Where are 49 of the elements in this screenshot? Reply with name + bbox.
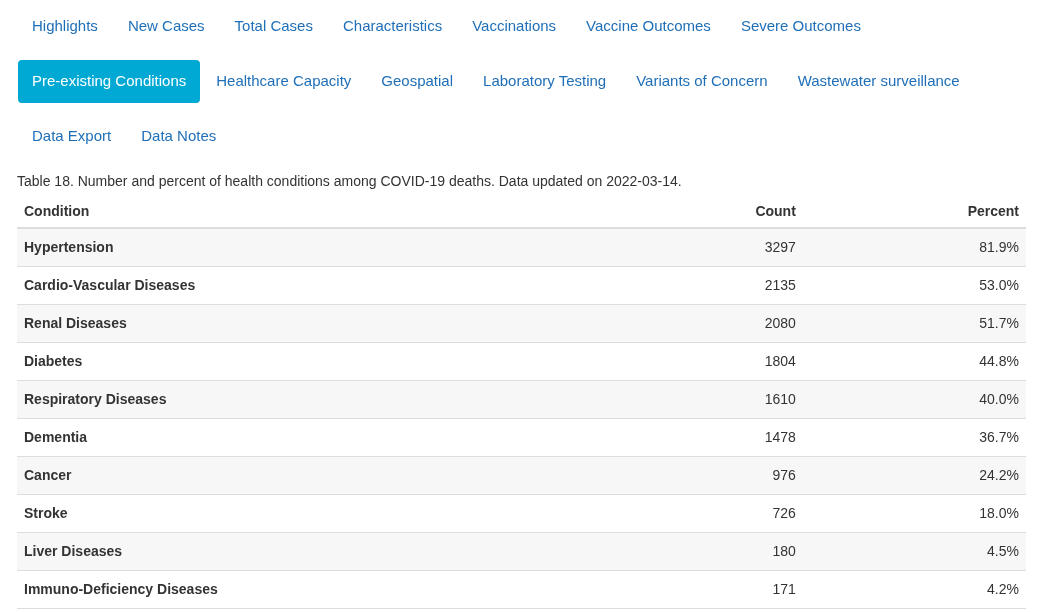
table-caption: Table 18. Number and percent of health conditions among COVID-19 deaths. Data updated on 2022-03-14. [17, 172, 683, 190]
nav-tab[interactable]: Healthcare Capacity [202, 60, 366, 103]
table-cell: 3297 [617, 228, 803, 266]
table-cell: 2135 [617, 266, 803, 304]
nav-tab[interactable]: Vaccine Outcomes [572, 5, 725, 48]
table-cell: Immuno-Deficiency Diseases [17, 570, 617, 608]
nav-tab[interactable]: Wastewater surveillance [783, 60, 974, 103]
table-cell: 4.5% [802, 532, 1026, 570]
nav-tab[interactable]: Pre-existing Conditions [18, 60, 201, 103]
nav-tab[interactable]: Laboratory Testing [469, 60, 621, 103]
table-cell: 81.9% [802, 228, 1026, 266]
table-cell: 1478 [617, 418, 803, 456]
nav-tab[interactable]: Geospatial [367, 60, 468, 103]
table-cell: Hypertension [17, 228, 617, 266]
nav-tab[interactable]: Total Cases [220, 5, 327, 48]
nav-tab[interactable]: Data Notes [127, 115, 231, 158]
table-cell: 51.7% [802, 304, 1026, 342]
table-cell: 24.2% [802, 456, 1026, 494]
table-cell: Diabetes [17, 342, 617, 380]
table-cell: Cancer [17, 456, 617, 494]
table-cell: 44.8% [802, 342, 1026, 380]
table-cell: 2080 [617, 304, 803, 342]
table-cell: Dementia [17, 418, 617, 456]
column-header: Percent [802, 196, 1026, 228]
table-cell: 18.0% [802, 494, 1026, 532]
table-cell: 726 [617, 494, 803, 532]
table-cell: 171 [617, 570, 803, 608]
nav-tab[interactable]: New Cases [113, 5, 219, 48]
table-cell: 40.0% [802, 380, 1026, 418]
table-cell: Liver Diseases [17, 532, 617, 570]
table-cell: 976 [617, 456, 803, 494]
nav-tab[interactable]: Severe Outcomes [726, 5, 875, 48]
table-cell: Respiratory Diseases [17, 380, 617, 418]
nav-tab[interactable]: Vaccinations [458, 5, 571, 48]
nav-tab[interactable]: Characteristics [328, 5, 457, 48]
nav-tab[interactable]: Variants of Concern [622, 60, 782, 103]
table-cell: Cardio-Vascular Diseases [17, 266, 617, 304]
column-header: Count [617, 196, 803, 228]
table-cell: Stroke [17, 494, 617, 532]
nav-tab[interactable]: Data Export [18, 115, 126, 158]
column-header: Condition [17, 196, 617, 228]
table-cell: 4.2% [802, 570, 1026, 608]
table-cell: 180 [617, 532, 803, 570]
table-cell: Renal Diseases [17, 304, 617, 342]
table-cell: 36.7% [802, 418, 1026, 456]
table-cell: 1610 [617, 380, 803, 418]
table-cell: 53.0% [802, 266, 1026, 304]
table-cell: 1804 [617, 342, 803, 380]
nav-tab[interactable]: Highlights [18, 5, 112, 48]
